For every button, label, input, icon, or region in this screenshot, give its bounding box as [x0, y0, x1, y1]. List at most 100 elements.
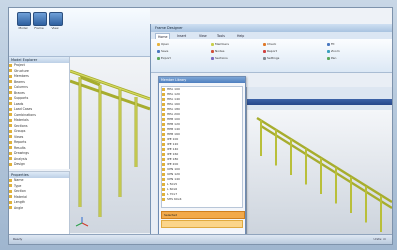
frame-structure-left [69, 69, 151, 217]
folder-icon [162, 152, 165, 156]
members-button[interactable]: Members [211, 42, 229, 47]
main-ribbon: Model Frame View [9, 8, 150, 57]
folder-icon [9, 151, 12, 155]
screenshot-frame: Model Frame View Model Explorer Project S… [0, 0, 397, 250]
folder-icon [162, 177, 165, 181]
folder-icon [9, 102, 12, 105]
folder-icon [162, 107, 165, 111]
frame-structure-right [256, 116, 392, 232]
folder-icon [162, 137, 165, 141]
pan-icon [327, 56, 330, 60]
view-button-label: View [51, 26, 59, 30]
open-button[interactable]: Open [157, 42, 169, 47]
section-icon [211, 56, 214, 60]
folder-icon [9, 124, 12, 127]
node-icon [211, 49, 214, 53]
folder-icon [162, 117, 165, 121]
gear-icon [263, 56, 266, 60]
right-3d-viewport[interactable] [246, 110, 392, 234]
check-button[interactable]: Check [263, 42, 276, 47]
folder-icon [9, 63, 12, 67]
folder-icon [162, 127, 165, 131]
list-item[interactable]: SHS 60x4 [162, 197, 242, 202]
sections-button[interactable]: Sections [211, 56, 228, 61]
folder-icon [162, 112, 165, 116]
folder-icon [162, 172, 165, 176]
dialog-title: Member Library [159, 77, 245, 83]
member-library-dialog: Member Library HEA 100 HEA 120 HEA 140 HEA … [158, 76, 246, 236]
folder-icon [9, 206, 12, 209]
folder-icon [162, 122, 165, 126]
folder-icon [162, 132, 165, 136]
folder-icon [9, 118, 12, 122]
nodes-button[interactable]: Nodes [211, 49, 224, 54]
folder-icon [9, 195, 12, 198]
member-list[interactable]: HEA 100 HEA 120 HEA 140 HEA 160 HEA 180 HEA 2… [161, 86, 243, 208]
export-icon [157, 56, 160, 60]
folder-icon [162, 142, 165, 146]
viewport-title-bar [247, 99, 392, 105]
tree-item[interactable]: Design [9, 162, 69, 168]
folder-icon [9, 129, 12, 133]
folder-icon [162, 97, 165, 101]
secondary-row[interactable] [161, 220, 243, 228]
folder-icon [9, 189, 12, 193]
folder-icon [162, 187, 165, 191]
save-icon [157, 49, 160, 53]
frame-button[interactable] [33, 12, 47, 26]
folder-icon [162, 157, 165, 161]
folder-icon [162, 192, 165, 196]
check-icon [263, 42, 266, 46]
folder-icon [162, 182, 165, 186]
designer-title: Frame Designer [151, 24, 392, 32]
selected-row[interactable]: Selected [161, 211, 245, 219]
model-button[interactable] [17, 12, 31, 26]
zoom-button[interactable]: Zoom [327, 49, 340, 54]
axis-triad-icon [75, 217, 89, 227]
folder-icon [9, 113, 12, 116]
report-icon [263, 49, 266, 53]
folder-icon [162, 87, 165, 91]
folder-icon [9, 157, 12, 160]
save-button[interactable]: Save [157, 49, 168, 54]
model-tree: Model Explorer Project Structure Members Be… [9, 57, 70, 169]
folder-icon [162, 197, 165, 201]
designer-ribbon: Open Save Export Members Nodes Sections … [151, 39, 392, 73]
report-button[interactable]: Report [263, 49, 277, 54]
designer-window: Frame Designer Home Insert View Tools He… [150, 24, 392, 236]
zoom-icon [327, 49, 330, 53]
status-text: Ready [13, 237, 23, 241]
folder-icon [9, 74, 12, 78]
export-button[interactable]: Export [157, 56, 171, 61]
fit-button[interactable]: Fit [327, 42, 335, 47]
folder-icon [162, 167, 165, 171]
folder-icon [9, 96, 12, 100]
folder-icon [162, 102, 165, 106]
properties-panel: Properties Name Type Section Material Length… [9, 171, 70, 234]
folder-icon [9, 69, 12, 72]
folder-icon [9, 162, 12, 166]
folder-icon [162, 162, 165, 166]
folder-icon [9, 178, 12, 182]
designer-tabs: Home Insert View Tools Help [151, 32, 392, 40]
folder-icon [9, 107, 12, 111]
pan-button[interactable]: Pan [327, 56, 336, 61]
folder-icon [9, 200, 12, 204]
beam-icon [211, 42, 214, 46]
folder-icon [9, 85, 12, 89]
folder-icon [9, 135, 12, 138]
folder-icon [9, 91, 12, 94]
fit-icon [327, 42, 330, 46]
left-3d-viewport[interactable] [69, 57, 151, 233]
settings-button[interactable]: Settings [263, 56, 279, 61]
property-row[interactable]: Angle [9, 206, 69, 212]
status-bar: Ready Units: m [9, 234, 392, 244]
folder-icon [9, 184, 12, 187]
status-units: Units: m [373, 237, 386, 241]
folder-icon [9, 80, 12, 83]
folder-icon [157, 42, 160, 46]
folder-icon [162, 147, 165, 151]
view-button[interactable] [49, 12, 63, 26]
folder-icon [9, 140, 12, 144]
folder-icon [9, 146, 12, 149]
